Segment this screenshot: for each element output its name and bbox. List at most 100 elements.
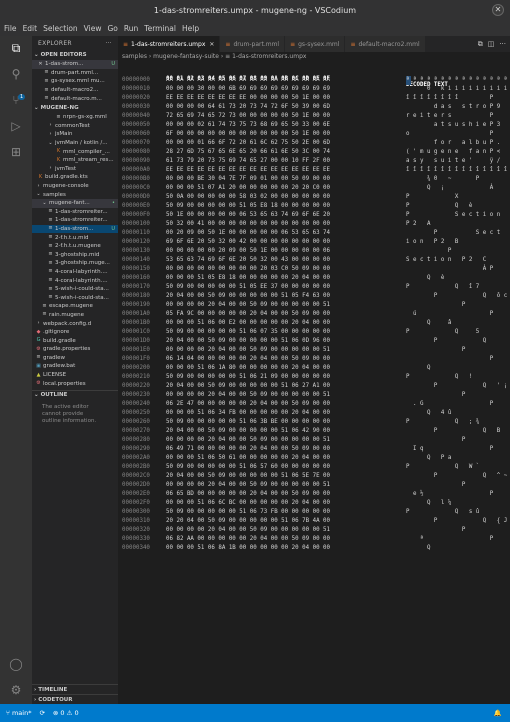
hex-row[interactable]: 00000230 00 00 00 00 20 04 00 00 50 09 00…	[118, 391, 510, 400]
run-debug-icon[interactable]: ▷	[8, 118, 24, 134]
hex-decoded[interactable]: a t s u s h i e P 3 n	[406, 121, 510, 130]
hex-row[interactable]: 000000D0 50 0A 00 00 00 00 00 58 03 02 00…	[118, 193, 510, 202]
hex-bytes[interactable]: 20 04 00 00 50 09 00 00 00 00 00 51 06 2…	[166, 382, 330, 391]
hex-row[interactable]: 00000100 50 32 00 41 00 00 00 00 00 00 00…	[118, 220, 510, 229]
open-editor-item[interactable]: ≡ gs-sysex.mml mu...	[32, 77, 118, 86]
explorer-more-button[interactable]: ···	[105, 40, 112, 47]
hex-decoded[interactable]: ¾ 0 ~ P	[406, 175, 479, 184]
hex-row[interactable]: 00000110 00 20 09 00 50 1E 00 00 00 00 00…	[118, 229, 510, 238]
menu-view[interactable]: View	[84, 24, 102, 33]
open-editor-item[interactable]: ≡ default-macro2...	[32, 86, 118, 95]
hex-row[interactable]: 00000320 00 00 00 00 20 04 00 00 50 09 00…	[118, 526, 510, 535]
hex-decoded[interactable]: P Q B	[406, 427, 500, 436]
hex-bytes[interactable]: 61 73 79 20 73 75 69 74 65 27 00 00 10 F…	[166, 157, 330, 166]
hex-row[interactable]: 000000F0 50 1E 00 00 00 00 00 06 53 65 63…	[118, 211, 510, 220]
hex-row[interactable]: 00000120 69 6F 6E 20 50 32 00 42 00 00 00…	[118, 238, 510, 247]
hex-bytes[interactable]: EE EE EE EE EE EE EE EE 00 00 00 00 50 1…	[166, 94, 330, 103]
hex-decoded[interactable]: P	[406, 355, 494, 364]
hex-decoded[interactable]: . G P	[406, 400, 493, 409]
hex-bytes[interactable]: EE EE EE EE EE EE EE EE EE EE EE EE EE E…	[166, 166, 330, 175]
hex-decoded[interactable]: i o n P 2 B	[406, 238, 458, 247]
search-icon[interactable]: ⚲	[8, 66, 24, 82]
hex-row[interactable]: 000001E0 00 00 00 00 20 04 00 00 50 09 00…	[118, 346, 510, 355]
menu-help[interactable]: Help	[182, 24, 199, 33]
tree-item[interactable]: ⚙ gradle.properties	[32, 345, 118, 354]
hex-decoded[interactable]: P Q ' ¡	[406, 382, 507, 391]
tree-item[interactable]: Kmml_stream_res...	[32, 156, 118, 165]
close-icon[interactable]: ✕	[209, 41, 214, 48]
tree-item[interactable]: ⌄ mugene-fant... •	[32, 198, 118, 208]
tree-item[interactable]: ◆ .gitignore	[32, 328, 118, 337]
hex-decoded[interactable]: 0 k i i i i i i i i i	[406, 85, 507, 94]
hex-row[interactable]: 00000280 00 00 00 00 20 04 00 00 50 09 00…	[118, 436, 510, 445]
tree-item[interactable]: ⌄ jvmMain / kotlin /...	[32, 139, 118, 148]
hex-bytes[interactable]: 28 27 6D 75 67 65 6E 65 20 66 61 6E 50 3…	[166, 148, 330, 157]
hex-row[interactable]: 00000070 00 00 00 01 66 6F 72 20 61 6C 62…	[118, 139, 510, 148]
hex-row[interactable]: 000001A0 05 FA 9C 00 00 00 00 00 20 04 00…	[118, 310, 510, 319]
hex-row[interactable]: 00000290 06 49 71 00 00 00 00 00 20 04 00…	[118, 445, 510, 454]
hex-row[interactable]: 000001D0 20 04 00 00 50 09 00 00 00 00 00…	[118, 337, 510, 346]
hex-bytes[interactable]: 06 2E 47 00 00 00 00 00 20 04 00 00 50 0…	[166, 400, 330, 409]
problems-indicator[interactable]: ⊗ 0 ⚠ 0	[53, 709, 79, 717]
tree-item[interactable]: › jsMain	[32, 130, 118, 139]
hex-editor[interactable]: 00000000 AA AA AA AA AA AA AA AA AA AA AA…	[118, 76, 510, 704]
hex-decoded[interactable]: S e c t i o n P 2 C	[406, 256, 486, 265]
hex-bytes[interactable]: AA AA AA AA AA AA AA AA AA AA AA AA AA A…	[166, 76, 330, 85]
hex-row[interactable]: 000000B0 00 00 00 BE 30 04 7E 7F 09 01 00…	[118, 175, 510, 184]
split-editor-icon[interactable]: ◫	[488, 40, 495, 48]
hex-bytes[interactable]: 00 00 00 BE 30 04 7E 7F 09 01 00 00 50 0…	[166, 175, 330, 184]
hex-row[interactable]: 00000210 50 09 00 00 00 00 00 51 06 21 09…	[118, 373, 510, 382]
hex-row[interactable]: 00000030 00 00 00 00 64 61 73 20 73 74 72…	[118, 103, 510, 112]
hex-row[interactable]: 000002B0 50 09 00 00 00 00 00 51 06 57 60…	[118, 463, 510, 472]
account-icon[interactable]: ◯	[8, 656, 24, 672]
hex-decoded[interactable]: f o r a l b u P . m	[406, 139, 510, 148]
hex-decoded[interactable]: o P	[406, 130, 493, 139]
codetour-section[interactable]: › CODETOUR	[32, 694, 118, 704]
hex-decoded[interactable]: P Q î 7	[406, 283, 479, 292]
hex-bytes[interactable]: 00 00 00 00 20 04 00 00 50 09 00 00 00 0…	[166, 481, 330, 490]
hex-bytes[interactable]: 00 00 00 51 05 E8 18 00 00 00 00 00 20 0…	[166, 274, 330, 283]
hex-row[interactable]: 000002F0 00 00 00 51 06 6C BC 00 00 00 00…	[118, 499, 510, 508]
hex-decoded[interactable]: P Q !	[406, 373, 472, 382]
hex-bytes[interactable]: 50 09 00 00 00 00 00 51 06 57 60 00 00 0…	[166, 463, 330, 472]
hex-bytes[interactable]: 00 00 00 00 64 61 73 20 73 74 72 6F 50 3…	[166, 103, 330, 112]
hex-bytes[interactable]: 50 09 00 00 00 00 00 51 05 EE 37 00 00 0…	[166, 283, 330, 292]
tree-item[interactable]: ≡ 2-f.h.t.u.mugene	[32, 242, 118, 251]
tree-item[interactable]: ≡ gradlew	[32, 354, 118, 363]
tree-item[interactable]: Gbuild.gradle	[32, 336, 118, 345]
hex-row[interactable]: 00000130 00 00 00 00 00 20 09 00 50 1E 00…	[118, 247, 510, 256]
hex-decoded[interactable]: î î î î î î î î î î î î î î î î	[406, 166, 510, 175]
menu-run[interactable]: Run	[124, 24, 138, 33]
hex-decoded[interactable]: Q ¡ À	[406, 184, 493, 193]
hex-bytes[interactable]: 00 00 00 51 06 6C BC 00 00 00 00 00 20 0…	[166, 499, 330, 508]
tree-item[interactable]: › jvmTest	[32, 165, 118, 174]
hex-row[interactable]: 00000020 EE EE EE EE EE EE EE EE 00 00 00…	[118, 94, 510, 103]
tree-item[interactable]: ≡ 3-ghostship.muge...	[32, 259, 118, 268]
hex-bytes[interactable]: 00 00 00 00 20 04 00 00 50 09 00 00 00 0…	[166, 391, 330, 400]
open-editors-section[interactable]: ⌄ OPEN EDITORS	[32, 50, 118, 60]
hex-row[interactable]: 00000270 20 04 00 00 50 09 00 00 00 00 00…	[118, 427, 510, 436]
tree-item[interactable]: › mugene-console	[32, 182, 118, 191]
tab-3[interactable]: ≡ default-macro2.mml	[345, 36, 426, 52]
hex-bytes[interactable]: 50 09 00 00 00 00 00 51 06 21 09 00 00 0…	[166, 373, 330, 382]
tree-item[interactable]: › webpack.config.d	[32, 319, 118, 328]
hex-decoded[interactable]: Q P a	[406, 454, 451, 463]
hex-bytes[interactable]: 06 82 AA 00 00 00 00 00 20 04 00 00 50 0…	[166, 535, 330, 544]
hex-decoded[interactable]: P Q 5	[406, 328, 479, 337]
hex-decoded[interactable]: P Q	[406, 436, 510, 445]
settings-gear-icon[interactable]: ⚙	[8, 682, 24, 698]
notifications-bell-icon[interactable]: 🔔	[494, 709, 502, 717]
hex-row[interactable]: 00000140 53 65 63 74 69 6F 6E 20 50 32 00…	[118, 256, 510, 265]
hex-row[interactable]: 00000220 20 04 00 00 50 09 00 00 00 00 00…	[118, 382, 510, 391]
hex-decoded[interactable]: P Q	[406, 301, 510, 310]
hex-bytes[interactable]: 00 00 00 51 06 8A 1B 00 00 00 00 00 20 0…	[166, 544, 330, 553]
hex-decoded[interactable]: P	[406, 247, 452, 256]
hex-decoded[interactable]: P Q	[406, 337, 486, 346]
tree-item[interactable]: ≡ escape.mugene	[32, 302, 118, 311]
hex-row[interactable]: 00000000 AA AA AA AA AA AA AA AA AA AA AA…	[118, 76, 510, 85]
hex-decoded[interactable]: P Q	[406, 526, 510, 535]
hex-bytes[interactable]: 00 20 09 00 50 1E 00 00 00 00 00 06 53 6…	[166, 229, 330, 238]
hex-row[interactable]: 00000260 50 09 00 00 00 00 00 51 06 3B BE…	[118, 418, 510, 427]
hex-row[interactable]: 00000170 50 09 00 00 00 00 00 51 05 EE 37…	[118, 283, 510, 292]
hex-row[interactable]: 00000050 00 00 00 02 61 74 73 75 73 68 69…	[118, 121, 510, 130]
